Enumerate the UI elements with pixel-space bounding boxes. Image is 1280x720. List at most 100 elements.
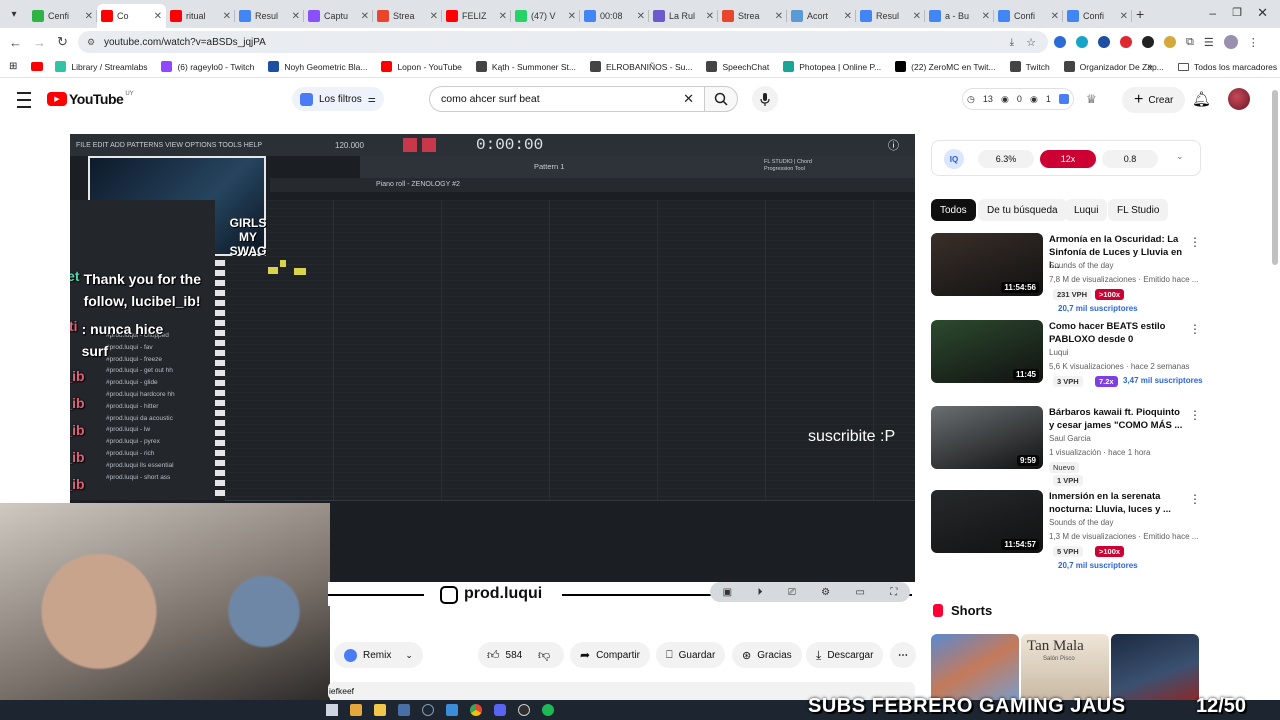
discord-icon[interactable]: [494, 704, 506, 716]
search-box[interactable]: ✕: [429, 86, 705, 112]
app-icon[interactable]: [350, 704, 362, 716]
settings-gear-icon[interactable]: ⚙: [821, 587, 830, 598]
tab-close-icon[interactable]: ✕: [361, 11, 369, 22]
bookmark-item[interactable]: Photopea | Online P...: [783, 61, 881, 72]
extension-icon[interactable]: [1120, 36, 1132, 48]
tab-close-icon[interactable]: ✕: [844, 11, 852, 22]
player-control-bar[interactable]: ▣ ⏵ ⎚ ⚙ ▭ ⛶: [710, 582, 910, 602]
back-icon[interactable]: ←: [9, 35, 22, 50]
tab-close-icon[interactable]: ✕: [1120, 11, 1128, 22]
browser-tab[interactable]: ritual ✕: [166, 4, 235, 28]
recommended-video[interactable]: 11:54:57 Inmersión en la serenata nocturn…: [931, 490, 1201, 570]
tab-close-icon[interactable]: ✕: [223, 11, 231, 22]
tab-close-icon[interactable]: ✕: [292, 11, 300, 22]
more-options-icon[interactable]: ⋮: [1189, 492, 1201, 506]
short-card[interactable]: [1111, 634, 1199, 700]
window-minimize-button[interactable]: –: [1209, 6, 1216, 20]
address-bar[interactable]: ⚙ youtube.com/watch?v=aBSDs_jqjPA ⤓ ☆: [78, 31, 1048, 53]
channel-name[interactable]: Luqui: [1049, 348, 1069, 357]
dislike-button[interactable]: 👎︎: [538, 648, 550, 663]
browser-tab[interactable]: Captu ✕: [304, 4, 373, 28]
hamburger-menu-icon[interactable]: [15, 92, 33, 108]
more-options-icon[interactable]: ⋮: [1189, 408, 1201, 422]
tab-close-icon[interactable]: ✕: [775, 11, 783, 22]
extensions-puzzle-icon[interactable]: ⧉: [1186, 36, 1194, 49]
browser-tab[interactable]: (47) V ✕: [511, 4, 580, 28]
bookmark-item[interactable]: Twitch: [1009, 61, 1050, 72]
bookmark-item[interactable]: Kąth - Summoner St...: [475, 61, 576, 72]
browser-tab[interactable]: Strea ✕: [718, 4, 787, 28]
search-input[interactable]: [441, 93, 671, 105]
steam-icon[interactable]: [422, 704, 434, 716]
like-button[interactable]: 👍︎ 584: [478, 648, 522, 663]
filter-chip[interactable]: De tu búsqueda: [978, 199, 1067, 221]
window-close-button[interactable]: ✕: [1257, 5, 1268, 21]
tab-search-button[interactable]: ▾: [0, 0, 28, 28]
extension-icon[interactable]: [1076, 36, 1088, 48]
bookmark-item[interactable]: Library / Streamlabs: [55, 61, 147, 72]
video-title[interactable]: Inmersión en la serenata nocturna: Lluvi…: [1049, 490, 1184, 516]
more-options-icon[interactable]: ⋮: [1189, 322, 1201, 336]
browser-tab[interactable]: a - Bu ✕: [925, 4, 994, 28]
browser-tab[interactable]: Resul ✕: [235, 4, 304, 28]
subtitles-icon[interactable]: ⎚: [788, 587, 796, 598]
filter-chip[interactable]: Luqui: [1065, 199, 1108, 221]
page-scrollbar[interactable]: [1272, 90, 1278, 265]
recommended-video[interactable]: 9:59 Bárbaros kawaii ft. Pioquinto y cesa…: [931, 406, 1201, 486]
filters-button[interactable]: Los filtros ⚌: [292, 87, 384, 111]
download-button[interactable]: ⤓ Descargar: [806, 642, 884, 668]
recommended-video[interactable]: 11:45 Como hacer BEATS estilo PABLOXO des…: [931, 320, 1203, 400]
browser-tab[interactable]: La Rul ✕: [649, 4, 718, 28]
bookmark-item[interactable]: Lopon - YouTube: [381, 61, 462, 72]
share-button[interactable]: ➦ Compartir: [570, 642, 650, 668]
account-avatar[interactable]: [1228, 88, 1250, 110]
tab-close-icon[interactable]: ✕: [568, 11, 576, 22]
tab-close-icon[interactable]: ✕: [982, 11, 990, 22]
video-title[interactable]: Bárbaros kawaii ft. Pioquinto y cesar ja…: [1049, 406, 1184, 432]
start-icon[interactable]: [326, 704, 338, 716]
clear-search-icon[interactable]: ✕: [683, 91, 694, 107]
save-button[interactable]: ⎕ Guardar: [656, 642, 726, 668]
thanks-button[interactable]: ⊛ Gracias: [732, 642, 802, 668]
browser-tab[interactable]: 00:08 ✕: [580, 4, 649, 28]
reload-icon[interactable]: ↻: [57, 34, 68, 50]
bookmark-item[interactable]: ELROBANIÑOS - Su...: [590, 61, 692, 72]
video-thumbnail[interactable]: 11:54:56: [931, 233, 1043, 296]
notifications-bell-icon[interactable]: 🔔︎: [1192, 90, 1211, 108]
extension-stats[interactable]: ◷ 13 ◉ 0 ◉ 1: [962, 88, 1074, 110]
browser-tab[interactable]: FELIZ ✕: [442, 4, 511, 28]
tab-close-icon[interactable]: ✕: [430, 11, 438, 22]
bookmark-item[interactable]: SpeechChat: [706, 61, 769, 72]
browser-tab[interactable]: Resul ✕: [856, 4, 925, 28]
bookmark-item[interactable]: (22) ZeroMC en Twit...: [895, 61, 996, 72]
channel-name[interactable]: Saul Garcia: [1049, 434, 1091, 443]
chrome-icon[interactable]: [470, 704, 482, 716]
bookmark-item[interactable]: (6) rageylo0 - Twitch: [161, 61, 254, 72]
browser-tab[interactable]: Acort ✕: [787, 4, 856, 28]
fullscreen-icon[interactable]: ⛶: [890, 587, 897, 598]
filter-chip[interactable]: Todos: [931, 199, 976, 221]
more-actions-button[interactable]: ⋯: [890, 642, 916, 668]
create-button[interactable]: + Crear: [1122, 87, 1186, 113]
channel-name[interactable]: Sounds of the day: [1049, 518, 1114, 527]
more-bookmarks-icon[interactable]: »: [1147, 61, 1153, 72]
browser-menu-icon[interactable]: ⋮: [1248, 36, 1259, 49]
site-info-icon[interactable]: ⚙: [87, 37, 95, 48]
chevron-down-icon[interactable]: ⌄: [1176, 151, 1184, 162]
all-bookmarks-folder[interactable]: Todos los marcadores: [1178, 62, 1277, 72]
tab-close-icon[interactable]: ✕: [499, 11, 507, 22]
app-icon[interactable]: [446, 704, 458, 716]
extension-icon[interactable]: [1098, 36, 1110, 48]
obs-icon[interactable]: [518, 704, 530, 716]
channel-name[interactable]: Sounds of the day: [1049, 261, 1114, 270]
tab-close-icon[interactable]: ✕: [637, 11, 645, 22]
iq-icon[interactable]: ▣: [723, 587, 732, 598]
browser-tab[interactable]: Strea ✕: [373, 4, 442, 28]
video-thumbnail[interactable]: 11:54:57: [931, 490, 1043, 553]
tab-close-icon[interactable]: ✕: [1051, 11, 1059, 22]
video-thumbnail[interactable]: 11:45: [931, 320, 1043, 383]
more-options-icon[interactable]: ⋮: [1189, 235, 1201, 249]
chevron-down-icon[interactable]: ⌄: [405, 650, 413, 661]
search-button[interactable]: [704, 86, 738, 112]
video-thumbnail[interactable]: 9:59: [931, 406, 1043, 469]
